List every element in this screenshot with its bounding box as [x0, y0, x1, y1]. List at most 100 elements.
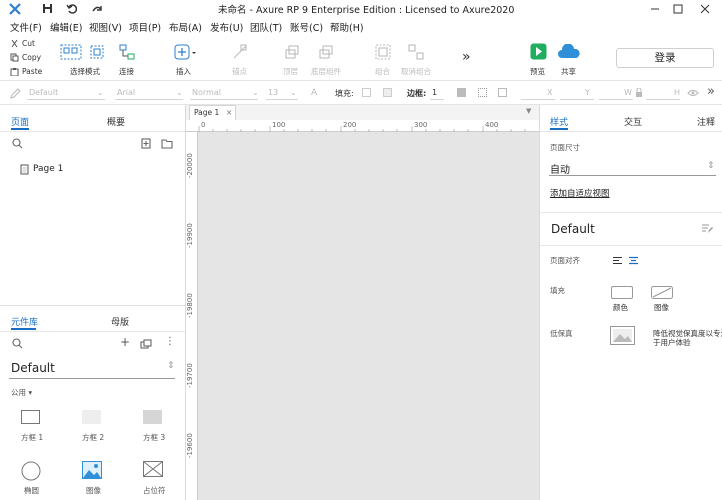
ellipse-widget-icon[interactable] — [21, 461, 41, 481]
copy-icon[interactable] — [10, 53, 19, 62]
paste-button[interactable]: Paste — [22, 67, 42, 76]
select-mode-label[interactable]: 选择模式 — [70, 66, 100, 77]
weight-chevron-icon[interactable]: ⌄ — [252, 88, 259, 97]
tab-list-chevron-icon[interactable]: ▼ — [526, 107, 531, 115]
point-icon[interactable] — [232, 44, 248, 60]
tab-library[interactable]: 元件库 — [11, 315, 38, 328]
box3-widget-icon[interactable] — [143, 410, 162, 424]
height-field[interactable] — [646, 99, 680, 100]
width-field[interactable] — [599, 99, 633, 100]
connect-icon[interactable] — [119, 44, 135, 60]
menu-edit[interactable]: 编辑(E) — [50, 20, 82, 34]
point-label[interactable]: 锚点 — [232, 66, 247, 77]
category-header[interactable]: 公用 ▾ — [11, 387, 32, 398]
tab-page1[interactable]: Page 1 × — [189, 105, 236, 120]
menu-team[interactable]: 团队(T) — [250, 20, 282, 34]
style-chevron-icon[interactable]: ⌄ — [97, 88, 104, 97]
tab-notes[interactable]: 注释 — [697, 115, 715, 128]
page-size-select[interactable]: 自动 — [550, 161, 570, 176]
fill-color-swatch[interactable] — [611, 286, 633, 299]
minimize-icon[interactable] — [649, 3, 661, 15]
search-icon[interactable] — [12, 138, 23, 149]
style-select[interactable]: Default — [29, 88, 58, 97]
border-style-toggle[interactable] — [498, 88, 507, 97]
bring-to-top-icon[interactable] — [284, 44, 300, 60]
connect-label[interactable]: 连接 — [119, 66, 134, 77]
format-more-button[interactable]: » — [707, 84, 715, 99]
border-visibility-toggle[interactable] — [478, 88, 487, 97]
save-icon[interactable] — [42, 3, 53, 14]
login-button[interactable]: 登录 — [616, 48, 714, 68]
text-color-icon[interactable]: A — [311, 88, 317, 98]
align-center-icon[interactable] — [628, 256, 639, 265]
undo-icon[interactable] — [66, 3, 77, 14]
border-width-value[interactable]: 1 — [432, 88, 437, 97]
select-mode-icon[interactable] — [60, 44, 82, 60]
library-search-icon[interactable] — [12, 338, 23, 349]
select-contained-icon[interactable] — [89, 44, 105, 60]
insert-label[interactable]: 插入 — [176, 66, 191, 77]
group-icon[interactable] — [375, 44, 391, 60]
tab-interactions[interactable]: 交互 — [624, 115, 642, 128]
tab-outline[interactable]: 概要 — [107, 115, 125, 128]
tab-masters[interactable]: 母版 — [111, 315, 129, 328]
maximize-icon[interactable] — [672, 3, 684, 15]
menu-account[interactable]: 账号(C) — [290, 20, 323, 34]
size-chevron-icon[interactable]: ⌄ — [290, 88, 297, 97]
font-size-select[interactable]: 13 — [268, 88, 278, 97]
font-select[interactable]: Arial — [117, 88, 135, 97]
preview-icon[interactable] — [530, 43, 547, 60]
tab-pages[interactable]: 页面 — [11, 115, 29, 128]
fill-image-swatch-icon[interactable] — [651, 286, 673, 299]
box1-widget-icon[interactable] — [21, 410, 40, 424]
add-folder-icon[interactable] — [161, 138, 173, 149]
menu-help[interactable]: 帮助(H) — [330, 20, 364, 34]
font-weight-select[interactable]: Normal — [192, 88, 221, 97]
share-label[interactable]: 共享 — [561, 66, 576, 77]
cut-button[interactable]: Cut — [22, 39, 35, 48]
tab-close-icon[interactable]: × — [226, 108, 232, 117]
menu-project[interactable]: 项目(P) — [129, 20, 161, 34]
x-field[interactable] — [521, 99, 555, 100]
add-page-icon[interactable] — [141, 138, 151, 149]
visibility-eye-icon[interactable] — [687, 88, 699, 98]
menu-file[interactable]: 文件(F) — [10, 20, 42, 34]
paste-icon[interactable] — [10, 67, 19, 76]
y-field[interactable] — [560, 99, 594, 100]
lock-ratio-icon[interactable] — [635, 88, 643, 98]
cut-icon[interactable] — [10, 39, 19, 48]
low-fidelity-toggle-icon[interactable] — [610, 326, 635, 345]
ungroup-icon[interactable] — [408, 44, 424, 60]
edit-style-icon[interactable] — [701, 223, 713, 234]
library-chevron-icon[interactable]: ⇕ — [167, 361, 175, 371]
group-label[interactable]: 组合 — [375, 66, 390, 77]
ungroup-label[interactable]: 取消组合 — [401, 66, 431, 77]
menu-publish[interactable]: 发布(U) — [210, 20, 243, 34]
align-left-icon[interactable] — [612, 256, 623, 265]
menu-layout[interactable]: 布局(A) — [169, 20, 202, 34]
tab-style[interactable]: 样式 — [550, 115, 568, 128]
more-tools-button[interactable]: » — [462, 49, 471, 65]
library-select[interactable]: Default — [11, 361, 55, 375]
fill-color-swatch[interactable] — [362, 88, 371, 97]
page-size-chevron-icon[interactable]: ⇕ — [707, 161, 715, 171]
add-library-icon[interactable]: + — [120, 335, 130, 349]
fill-image-swatch[interactable] — [383, 88, 392, 97]
design-canvas[interactable] — [198, 132, 539, 500]
box2-widget-icon[interactable] — [82, 410, 101, 424]
library-copy-icon[interactable] — [140, 339, 152, 349]
insert-icon[interactable] — [174, 44, 196, 60]
library-menu-icon[interactable]: ⋮ — [165, 336, 175, 347]
placeholder-widget-icon[interactable] — [143, 461, 163, 477]
redo-icon[interactable] — [91, 3, 103, 14]
send-to-bottom-icon[interactable] — [318, 44, 334, 60]
page-list-item[interactable]: Page 1 — [33, 164, 63, 174]
font-chevron-icon[interactable]: ⌄ — [176, 88, 183, 97]
bottom-label[interactable]: 底层组件 — [311, 66, 341, 77]
copy-button[interactable]: Copy — [22, 53, 41, 62]
add-adaptive-view-link[interactable]: 添加自适应视图 — [550, 187, 610, 199]
close-icon[interactable] — [699, 3, 711, 15]
share-cloud-icon[interactable] — [557, 44, 581, 60]
image-widget-icon[interactable] — [82, 461, 102, 479]
preview-label[interactable]: 预览 — [530, 66, 545, 77]
